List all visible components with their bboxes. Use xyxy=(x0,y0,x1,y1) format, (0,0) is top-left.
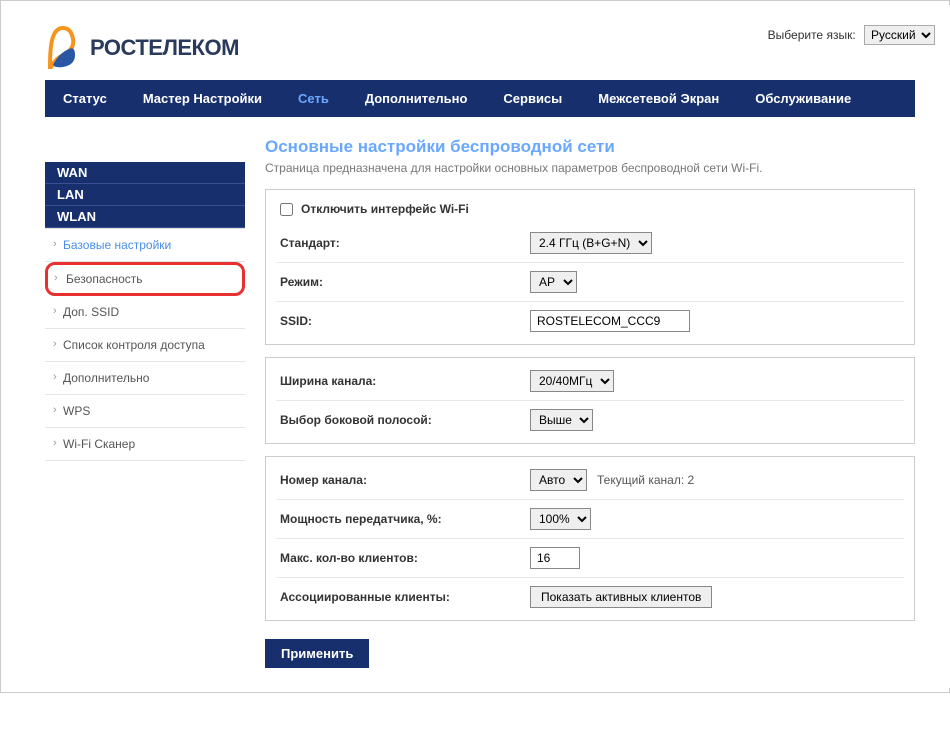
disable-wifi-row[interactable]: Отключить интерфейс Wi-Fi xyxy=(280,202,900,216)
apply-button[interactable]: Применить xyxy=(265,639,369,668)
chwidth-select[interactable]: 20/40МГц xyxy=(530,370,614,392)
disable-wifi-label: Отключить интерфейс Wi-Fi xyxy=(301,202,469,216)
nav-firewall[interactable]: Межсетевой Экран xyxy=(580,80,737,117)
txpower-select[interactable]: 100% xyxy=(530,508,591,530)
nav-wizard[interactable]: Мастер Настройки xyxy=(125,80,280,117)
sidebar-item-advanced[interactable]: Дополнительно xyxy=(45,362,245,395)
sidebar-section-lan[interactable]: LAN xyxy=(45,184,245,206)
logo: РОСТЕЛЕКОМ xyxy=(45,25,239,70)
assoc-label: Ассоциированные клиенты: xyxy=(280,590,530,604)
sidebar-item-security[interactable]: Безопасность xyxy=(45,262,245,296)
maxclients-label: Макс. кол-во клиентов: xyxy=(280,551,530,565)
main-content: Основные настройки беспроводной сети Стр… xyxy=(265,137,915,668)
language-dropdown[interactable]: Русский xyxy=(864,25,935,45)
show-clients-button[interactable]: Показать активных клиентов xyxy=(530,586,712,608)
sidebar-item-acl[interactable]: Список контроля доступа xyxy=(45,329,245,362)
maxclients-input[interactable] xyxy=(530,547,580,569)
chnum-label: Номер канала: xyxy=(280,473,530,487)
chnum-select[interactable]: Авто xyxy=(530,469,587,491)
sidebar-item-scanner[interactable]: Wi-Fi Сканер xyxy=(45,428,245,461)
chwidth-label: Ширина канала: xyxy=(280,374,530,388)
panel-basic: Отключить интерфейс Wi-Fi Стандарт: 2.4 … xyxy=(265,189,915,345)
nav-status[interactable]: Статус xyxy=(45,80,125,117)
chnum-hint: Текущий канал: 2 xyxy=(597,473,694,487)
txpower-label: Мощность передатчика, %: xyxy=(280,512,530,526)
page-desc: Страница предназначена для настройки осн… xyxy=(265,161,915,175)
panel-channel-width: Ширина канала: 20/40МГц Выбор боковой по… xyxy=(265,357,915,444)
sidebar-item-wps[interactable]: WPS xyxy=(45,395,245,428)
nav-services[interactable]: Сервисы xyxy=(485,80,580,117)
page-title: Основные настройки беспроводной сети xyxy=(265,137,915,157)
sidebar-item-addssid[interactable]: Доп. SSID xyxy=(45,296,245,329)
panel-channel: Номер канала: Авто Текущий канал: 2 Мощн… xyxy=(265,456,915,621)
sidebar-section-wlan[interactable]: WLAN xyxy=(45,206,245,228)
logo-icon xyxy=(45,25,80,70)
standard-select[interactable]: 2.4 ГГц (B+G+N) xyxy=(530,232,652,254)
mode-select[interactable]: AP xyxy=(530,271,577,293)
sideband-select[interactable]: Выше xyxy=(530,409,593,431)
sidebar-item-basic[interactable]: Базовые настройки xyxy=(45,229,245,262)
disable-wifi-checkbox[interactable] xyxy=(280,203,293,216)
ssid-label: SSID: xyxy=(280,314,530,328)
nav-maintenance[interactable]: Обслуживание xyxy=(737,80,869,117)
language-label: Выберите язык: xyxy=(768,28,856,42)
standard-label: Стандарт: xyxy=(280,236,530,250)
nav-network[interactable]: Сеть xyxy=(280,80,347,117)
mode-label: Режим: xyxy=(280,275,530,289)
sidebar-section-wan[interactable]: WAN xyxy=(45,162,245,184)
header: РОСТЕЛЕКОМ Выберите язык: Русский xyxy=(5,5,950,80)
main-nav: Статус Мастер Настройки Сеть Дополнитель… xyxy=(45,80,915,117)
language-selector: Выберите язык: Русский xyxy=(768,25,935,45)
brand-text: РОСТЕЛЕКОМ xyxy=(90,35,239,61)
sideband-label: Выбор боковой полосой: xyxy=(280,413,530,427)
nav-advanced[interactable]: Дополнительно xyxy=(347,80,486,117)
sidebar: WAN LAN WLAN Базовые настройки Безопасно… xyxy=(45,137,245,668)
ssid-input[interactable] xyxy=(530,310,690,332)
